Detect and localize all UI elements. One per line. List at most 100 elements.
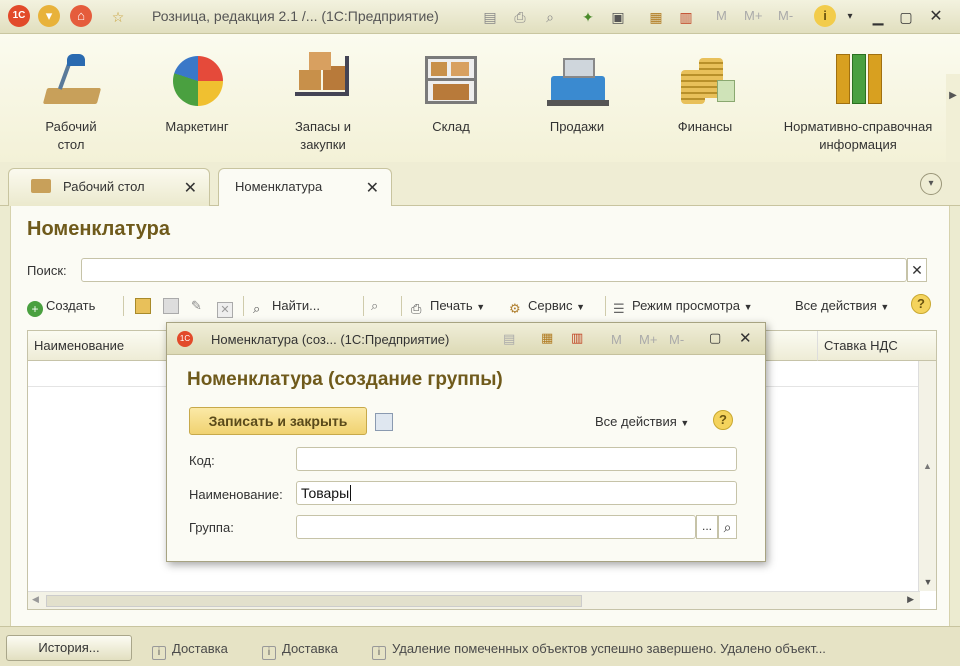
section-warehouse[interactable]: Склад <box>386 52 516 136</box>
cancel-search-icon[interactable]: ⌕ <box>371 298 378 314</box>
cash-register-icon <box>545 52 609 112</box>
tab-close-icon[interactable]: ✕ <box>366 178 379 198</box>
status-item-delivery-2[interactable]: i Доставка <box>262 641 338 660</box>
info-icon[interactable]: i <box>814 5 836 27</box>
tab-close-icon[interactable]: ✕ <box>184 178 197 198</box>
calendar-icon[interactable]: ▥ <box>571 330 583 346</box>
calculator-icon[interactable]: ▦ <box>646 7 666 27</box>
tab-label: Рабочий стол <box>63 179 145 194</box>
pie-chart-icon <box>165 52 229 112</box>
info-dropdown-icon[interactable]: ▾ <box>840 7 860 27</box>
1c-logo-icon: 1С <box>177 331 193 347</box>
search-label: Поиск: <box>27 263 67 278</box>
find-button[interactable]: ⌕ Найти... <box>253 298 320 317</box>
favorites-star-icon[interactable]: ☆ <box>108 7 128 27</box>
memory-m-button[interactable]: M <box>716 8 727 23</box>
print-label: Печать <box>430 298 473 313</box>
sections-panel: Рабочий стол Маркетинг Запасы и закупки … <box>0 34 960 194</box>
scroll-left-icon[interactable]: ◀ <box>32 594 39 605</box>
search-clear-icon[interactable]: ✕ <box>907 258 927 282</box>
code-field[interactable] <box>296 447 737 471</box>
search-icon: ⌕ <box>253 301 261 316</box>
create-group-icon[interactable] <box>135 298 154 314</box>
separator <box>123 296 124 316</box>
preview-icon[interactable]: ⌕ <box>540 7 560 27</box>
all-actions-button[interactable]: Все действия ▼ <box>595 414 689 429</box>
status-item-message[interactable]: i Удаление помеченных объектов успешно за… <box>372 641 826 660</box>
close-icon[interactable]: ✕ <box>926 7 946 27</box>
close-icon[interactable]: ✕ <box>739 329 752 347</box>
scroll-down-icon[interactable]: ▼ <box>919 577 937 587</box>
text-cursor <box>350 485 352 501</box>
section-label: Финансы <box>677 119 733 134</box>
create-button[interactable]: + Создать <box>27 298 95 317</box>
tab-nomenclature[interactable]: Номенклатура ✕ <box>218 168 392 208</box>
scroll-thumb[interactable] <box>46 595 582 607</box>
info-icon: i <box>262 646 276 660</box>
edit-icon[interactable]: ✎ <box>191 298 202 314</box>
view-mode-label: Режим просмотра <box>632 298 740 313</box>
save-icon[interactable]: ▤ <box>503 331 515 347</box>
service-label: Сервис <box>528 298 573 313</box>
minimize-icon[interactable]: ▁ <box>868 7 888 27</box>
warehouse-shelf-icon <box>419 52 483 112</box>
separator <box>243 296 244 316</box>
history-button[interactable]: История... <box>6 635 132 661</box>
scroll-up-icon[interactable]: ▲ <box>919 461 936 471</box>
calculator-icon[interactable]: ▦ <box>541 330 553 346</box>
chevron-down-icon: ▼ <box>880 302 890 312</box>
vertical-scrollbar[interactable]: ▲ ▼ <box>918 361 936 591</box>
memory-mplus-button[interactable]: M+ <box>639 332 657 347</box>
help-button[interactable]: ? <box>911 294 931 314</box>
memory-mplus-button[interactable]: M+ <box>744 8 762 23</box>
save-icon[interactable] <box>375 413 393 431</box>
service-button[interactable]: ⚙ Сервис ▼ <box>509 298 585 317</box>
tabs-menu-icon[interactable]: ▾ <box>920 173 942 195</box>
section-marketing[interactable]: Маркетинг <box>132 52 262 136</box>
separator <box>363 296 364 316</box>
horizontal-scrollbar[interactable]: ◀ ▶ <box>28 591 920 609</box>
code-label: Код: <box>189 453 215 468</box>
memory-m-button[interactable]: M <box>611 332 622 347</box>
copy-icon[interactable] <box>163 298 182 314</box>
help-button[interactable]: ? <box>713 410 733 430</box>
name-label: Наименование: <box>189 487 283 502</box>
section-desktop[interactable]: Рабочий стол <box>6 52 136 154</box>
memory-mminus-button[interactable]: M- <box>778 8 793 23</box>
bookmark-icon[interactable]: ▣ <box>608 7 628 27</box>
group-field[interactable] <box>296 515 696 539</box>
section-reference-info[interactable]: Нормативно-справочная информация <box>778 52 938 154</box>
maximize-icon[interactable]: ▢ <box>896 7 916 27</box>
maximize-icon[interactable]: ▢ <box>709 330 721 346</box>
view-mode-button[interactable]: ☰ Режим просмотра ▼ <box>613 298 753 317</box>
status-item-delivery[interactable]: i Доставка <box>152 641 228 660</box>
section-stock-purchases[interactable]: Запасы и закупки <box>258 52 388 154</box>
save-icon[interactable]: ▤ <box>480 7 500 27</box>
save-and-close-button[interactable]: Записать и закрыть <box>189 407 367 435</box>
create-group-dialog: 1С Номенклатура (соз... (1С:Предприятие)… <box>166 322 766 562</box>
help-icon: ? <box>911 294 931 314</box>
column-header-vat-rate[interactable]: Ставка НДС <box>818 331 936 361</box>
window-title: Розница, редакция 2.1 /... (1С:Предприят… <box>152 8 439 24</box>
section-sales[interactable]: Продажи <box>512 52 642 136</box>
search-icon[interactable]: ⌕ <box>718 515 737 539</box>
search-input[interactable] <box>81 258 907 282</box>
menu-dropdown-icon[interactable]: ▾ <box>38 5 60 27</box>
print-button[interactable]: ⎙ Печать ▼ <box>411 298 485 317</box>
section-finance[interactable]: Финансы <box>640 52 770 136</box>
scroll-right-icon[interactable]: ▶ <box>946 90 960 101</box>
page-title: Номенклатура <box>27 218 170 240</box>
home-icon[interactable]: ⌂ <box>70 5 92 27</box>
print-icon[interactable]: ⎙ <box>510 7 530 27</box>
all-actions-button[interactable]: Все действия ▼ <box>795 298 889 313</box>
tab-desktop[interactable]: Рабочий стол ✕ <box>8 168 210 206</box>
group-select-button[interactable]: ... <box>696 515 718 539</box>
name-field[interactable]: Товары <box>296 481 737 505</box>
gear-icon: ⚙ <box>509 301 521 316</box>
scroll-right-icon[interactable]: ▶ <box>907 594 914 605</box>
calendar-icon[interactable]: ▥ <box>676 7 696 27</box>
mark-delete-icon[interactable]: ✕ <box>217 298 236 318</box>
add-favorite-icon[interactable]: ✦ <box>578 7 598 27</box>
1c-logo-icon[interactable]: 1С <box>8 5 30 27</box>
memory-mminus-button[interactable]: M- <box>669 332 684 347</box>
